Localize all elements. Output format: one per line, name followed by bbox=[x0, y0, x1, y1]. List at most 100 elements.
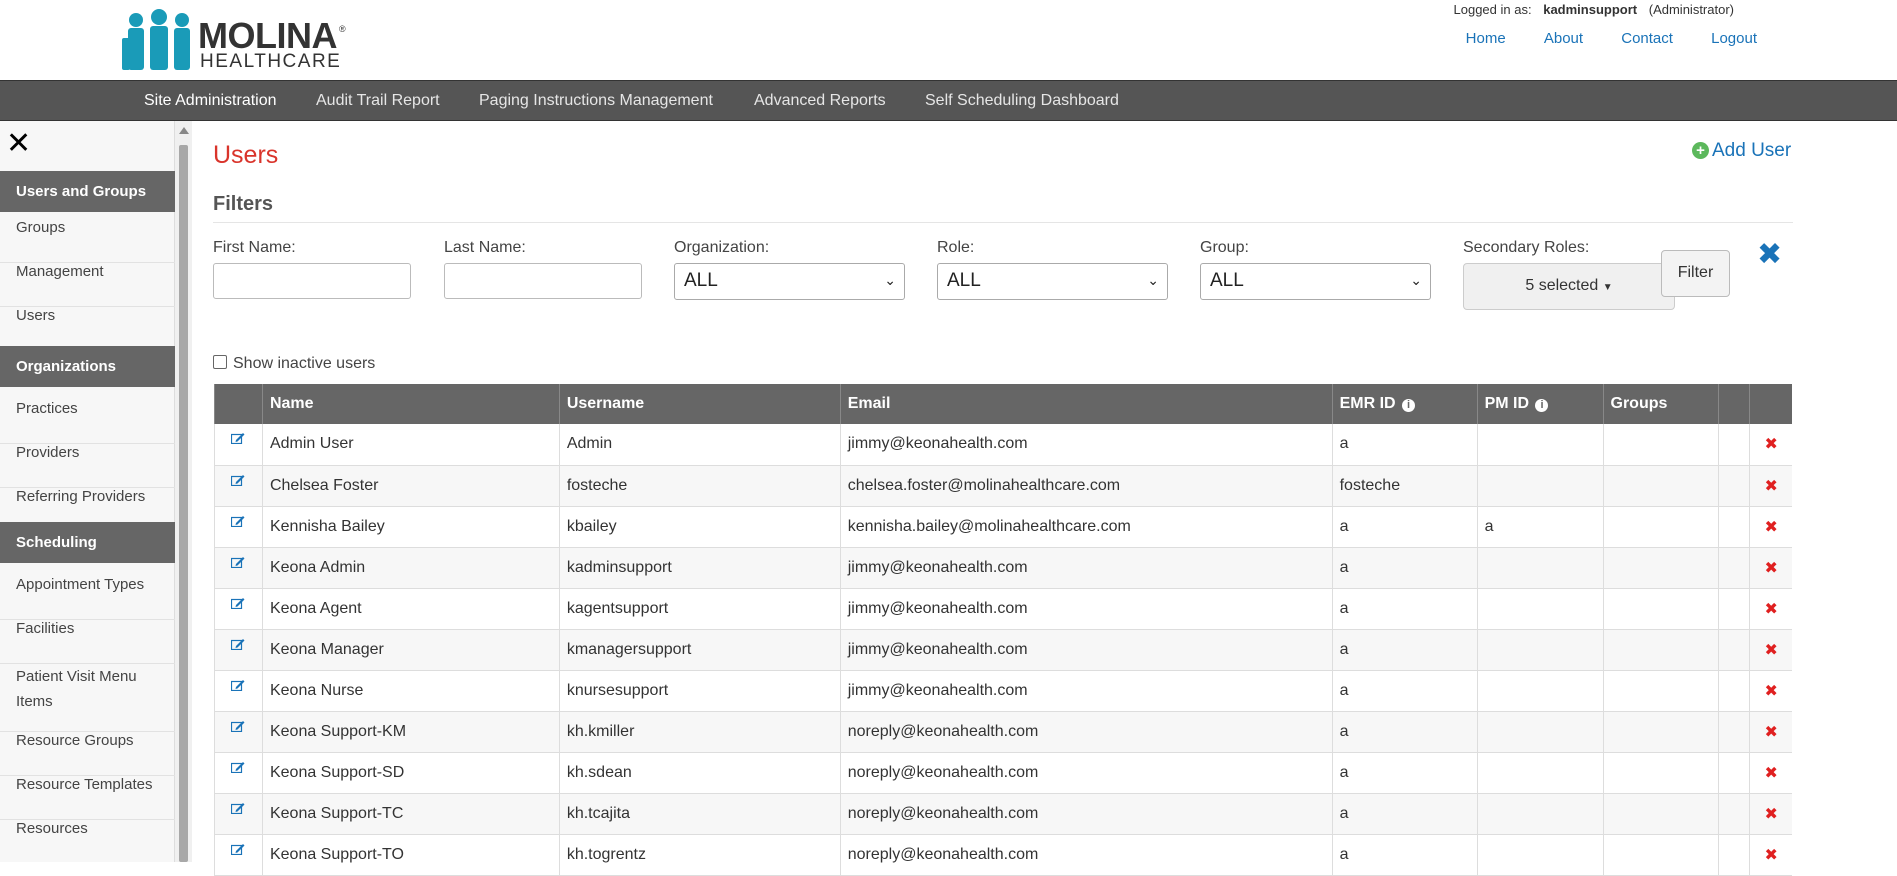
sidebar-item-resource-templates[interactable]: Resource Templates bbox=[0, 776, 175, 820]
col-emr-id-header[interactable]: EMR ID i bbox=[1331, 384, 1478, 424]
sidebar-item-providers[interactable]: Providers bbox=[0, 444, 175, 488]
edit-icon[interactable] bbox=[231, 802, 245, 814]
close-sidebar-icon[interactable]: ✕ bbox=[6, 129, 31, 159]
sidebar-item-patient-visit-menu-items[interactable]: Patient Visit Menu Items bbox=[0, 664, 175, 732]
col-delete-header bbox=[1749, 384, 1792, 424]
delete-icon[interactable]: ✖ bbox=[1749, 506, 1792, 548]
delete-icon[interactable]: ✖ bbox=[1749, 670, 1792, 712]
email-cell: chelsea.foster@molinahealthcare.com bbox=[839, 465, 1333, 507]
username-cell: kh.togrentz bbox=[558, 834, 841, 876]
edit-icon[interactable] bbox=[231, 679, 245, 691]
delete-icon[interactable]: ✖ bbox=[1749, 793, 1792, 835]
sidebar-item-referring-providers[interactable]: Referring Providers bbox=[0, 488, 175, 518]
info-icon[interactable]: i bbox=[1535, 399, 1549, 412]
clear-filters-icon[interactable]: ✖ bbox=[1757, 237, 1782, 272]
col-email-header[interactable]: Email bbox=[839, 384, 1333, 424]
edit-icon[interactable] bbox=[231, 638, 245, 650]
contact-link[interactable]: Contact bbox=[1621, 30, 1673, 47]
delete-icon[interactable]: ✖ bbox=[1749, 465, 1792, 507]
sidebar-item-resource-groups[interactable]: Resource Groups bbox=[0, 732, 175, 776]
edit-cell[interactable] bbox=[214, 506, 263, 548]
sidebar-item-users[interactable]: Users bbox=[0, 307, 175, 337]
pm-id-cell bbox=[1476, 588, 1603, 630]
extra-cell bbox=[1718, 465, 1750, 507]
about-link[interactable]: About bbox=[1544, 30, 1583, 47]
delete-icon[interactable]: ✖ bbox=[1749, 547, 1792, 589]
nav-self-scheduling-dashboard[interactable]: Self Scheduling Dashboard bbox=[925, 92, 1119, 110]
edit-cell[interactable] bbox=[214, 629, 263, 671]
user-name-cell: Keona Support-KM bbox=[261, 711, 560, 753]
email-cell: noreply@keonahealth.com bbox=[839, 793, 1333, 835]
col-pm-id-header[interactable]: PM ID i bbox=[1476, 384, 1603, 424]
add-user-button[interactable]: + Add User bbox=[1692, 140, 1791, 162]
scroll-up-arrow-icon[interactable] bbox=[179, 127, 189, 134]
nav-audit-trail-report[interactable]: Audit Trail Report bbox=[316, 92, 440, 110]
brand-sub: HEALTHCARE bbox=[200, 51, 342, 72]
edit-icon[interactable] bbox=[231, 720, 245, 732]
filter-button[interactable]: Filter bbox=[1661, 250, 1730, 297]
delete-icon[interactable]: ✖ bbox=[1749, 834, 1792, 876]
col-name-header[interactable]: Name bbox=[261, 384, 560, 424]
sidebar: ✕ Users and Groups Groups Management Use… bbox=[0, 121, 175, 862]
edit-cell[interactable] bbox=[214, 711, 263, 753]
edit-cell[interactable] bbox=[214, 793, 263, 835]
edit-icon[interactable] bbox=[231, 556, 245, 568]
edit-cell[interactable] bbox=[214, 547, 263, 589]
col-username-header[interactable]: Username bbox=[558, 384, 841, 424]
nav-advanced-reports[interactable]: Advanced Reports bbox=[754, 92, 886, 110]
users-table: Name Username Email EMR ID i PM ID i Gro… bbox=[214, 384, 1792, 876]
edit-cell[interactable] bbox=[214, 752, 263, 794]
emr-id-cell: a bbox=[1331, 752, 1478, 794]
table-row: Keona Manager kmanagersupport jimmy@keonah… bbox=[214, 629, 1792, 671]
edit-icon[interactable] bbox=[231, 843, 245, 855]
edit-cell[interactable] bbox=[214, 670, 263, 712]
edit-cell[interactable] bbox=[214, 588, 263, 630]
home-link[interactable]: Home bbox=[1466, 30, 1506, 47]
sidebar-item-management[interactable]: Management bbox=[0, 263, 175, 307]
extra-cell bbox=[1718, 670, 1750, 712]
delete-icon[interactable]: ✖ bbox=[1749, 711, 1792, 753]
group-value: ALL bbox=[1210, 270, 1244, 291]
logout-link[interactable]: Logout bbox=[1711, 30, 1757, 47]
delete-icon[interactable]: ✖ bbox=[1749, 588, 1792, 630]
edit-icon[interactable] bbox=[231, 474, 245, 486]
edit-cell[interactable] bbox=[214, 834, 263, 876]
table-header-row: Name Username Email EMR ID i PM ID i Gro… bbox=[214, 384, 1792, 424]
delete-icon[interactable]: ✖ bbox=[1749, 752, 1792, 794]
sidebar-item-groups[interactable]: Groups bbox=[0, 219, 175, 263]
secondary-roles-multiselect[interactable]: 5 selected ▼ bbox=[1463, 263, 1675, 310]
edit-cell[interactable] bbox=[214, 465, 263, 507]
delete-icon[interactable]: ✖ bbox=[1749, 629, 1792, 671]
email-cell: jimmy@keonahealth.com bbox=[839, 547, 1333, 589]
sidebar-scrollbar[interactable] bbox=[175, 121, 192, 862]
role-select[interactable]: ALL ⌄ bbox=[937, 263, 1168, 300]
nav-site-administration[interactable]: Site Administration bbox=[144, 92, 277, 110]
email-cell: noreply@keonahealth.com bbox=[839, 711, 1333, 753]
user-name-cell: Admin User bbox=[261, 424, 560, 466]
show-inactive-users[interactable]: Show inactive users bbox=[213, 355, 375, 373]
delete-icon[interactable]: ✖ bbox=[1749, 424, 1792, 466]
col-groups-header[interactable]: Groups bbox=[1602, 384, 1719, 424]
molina-logo[interactable]: MOLINA HEALTHCARE ® bbox=[122, 8, 346, 72]
extra-cell bbox=[1718, 424, 1750, 466]
group-select[interactable]: ALL ⌄ bbox=[1200, 263, 1431, 300]
show-inactive-checkbox[interactable] bbox=[213, 355, 227, 369]
scrollbar-thumb[interactable] bbox=[179, 145, 188, 862]
first-name-label: First Name: bbox=[213, 239, 296, 256]
sidebar-item-resources[interactable]: Resources bbox=[0, 820, 175, 860]
info-icon[interactable]: i bbox=[1402, 399, 1416, 412]
last-name-input[interactable] bbox=[444, 263, 642, 299]
organization-select[interactable]: ALL ⌄ bbox=[674, 263, 905, 300]
pm-id-cell bbox=[1476, 670, 1603, 712]
sidebar-item-practices[interactable]: Practices bbox=[0, 400, 175, 444]
nav-paging-instructions[interactable]: Paging Instructions Management bbox=[479, 92, 713, 110]
sidebar-item-appointment-types[interactable]: Appointment Types bbox=[0, 576, 175, 620]
edit-icon[interactable] bbox=[231, 515, 245, 527]
edit-cell[interactable] bbox=[214, 424, 263, 466]
sidebar-item-facilities[interactable]: Facilities bbox=[0, 620, 175, 664]
edit-icon[interactable] bbox=[231, 597, 245, 609]
extra-cell bbox=[1718, 547, 1750, 589]
edit-icon[interactable] bbox=[231, 432, 245, 445]
edit-icon[interactable] bbox=[231, 761, 245, 773]
first-name-input[interactable] bbox=[213, 263, 411, 299]
